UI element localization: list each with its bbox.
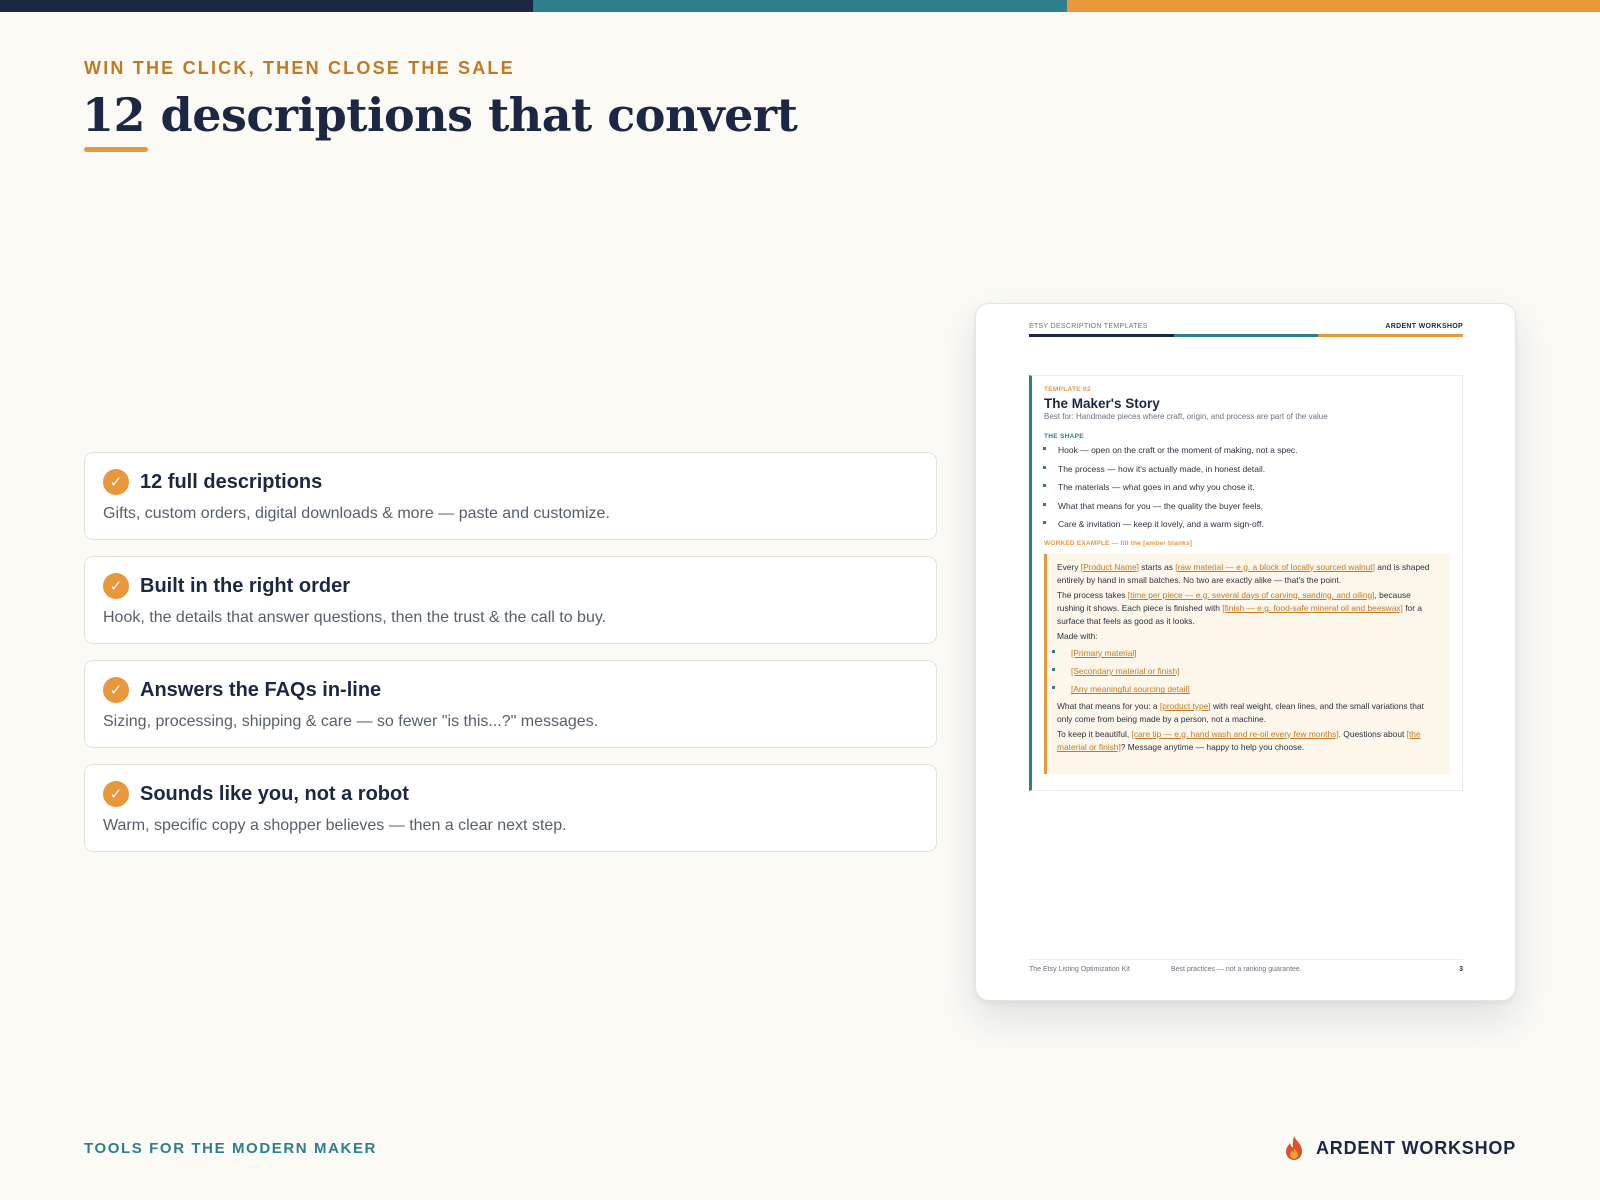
made-with-list: [Primary material] [Secondary material o…	[1052, 645, 1440, 700]
page-title: 12 descriptions that convert	[82, 88, 798, 142]
made-with-label: Made with:	[1057, 630, 1098, 641]
example-text: starts as	[1138, 561, 1176, 572]
eyebrow-text: WIN THE CLICK, THEN CLOSE THE SALE	[84, 58, 515, 78]
example-text: The process takes	[1057, 589, 1128, 600]
check-circle-icon: ✓	[103, 573, 129, 599]
doc-footer-disclaimer: Best practices — not a ranking guarantee…	[1171, 966, 1302, 973]
top-color-bar	[0, 0, 1600, 12]
top-bar-amber-segment	[1066, 0, 1600, 12]
feature-title: Sounds like you, not a robot	[140, 782, 409, 805]
feature-description: Gifts, custom orders, digital downloads …	[103, 505, 610, 522]
example-text: . Questions about	[1338, 728, 1407, 739]
example-text: ? Message anytime — happy to help you ch…	[1120, 742, 1305, 753]
example-paragraph: Every [Product Name] starts as [raw mate…	[1057, 561, 1440, 588]
feature-title: 12 full descriptions	[140, 470, 323, 493]
example-text: What that means for you: a	[1057, 700, 1160, 711]
made-with-item: [Any meaningful sourcing detail]	[1052, 681, 1440, 699]
amber-blank: [finish — e.g. food-safe mineral oil and…	[1222, 602, 1403, 613]
flame-icon	[1286, 1136, 1302, 1160]
made-with-item: [Secondary material or finish]	[1052, 663, 1440, 681]
brand-name: ARDENT WORKSHOP	[1316, 1137, 1516, 1158]
feature-list: ✓ 12 full descriptions Gifts, custom ord…	[84, 452, 937, 868]
doc-bar-amber	[1318, 334, 1464, 337]
worked-example-label: WORKED EXAMPLE — fill the [amber blanks]	[1044, 539, 1193, 547]
template-box: TEMPLATE 02 The Maker's Story Best for: …	[1029, 375, 1463, 791]
amber-blank: [raw material — e.g. a block of locally …	[1175, 561, 1375, 572]
check-circle-icon: ✓	[103, 677, 129, 703]
doc-footer: The Etsy Listing Optimization Kit Best p…	[1029, 959, 1463, 973]
worked-example: Every [Product Name] starts as [raw mate…	[1044, 553, 1450, 774]
amber-blank: [care tip — e.g. hand wash and re-oil ev…	[1131, 728, 1339, 739]
top-bar-navy-segment	[0, 0, 534, 12]
shape-list: Hook — open on the craft or the moment o…	[1043, 445, 1450, 538]
made-with-item: [Primary material]	[1052, 645, 1440, 663]
shape-item: Care & invitation — keep it lovely, and …	[1043, 519, 1450, 538]
check-circle-icon: ✓	[103, 469, 129, 495]
feature-title: Built in the right order	[140, 574, 350, 597]
feature-description: Warm, specific copy a shopper believes —…	[103, 817, 567, 834]
doc-bar-teal	[1173, 334, 1319, 337]
doc-color-bar	[1029, 334, 1464, 337]
doc-header-left: ETSY DESCRIPTION TEMPLATES	[1029, 323, 1148, 330]
amber-blank: [Product Name]	[1080, 561, 1139, 572]
template-number: TEMPLATE 02	[1044, 386, 1091, 393]
top-bar-teal-segment	[533, 0, 1067, 12]
feature-card: ✓ 12 full descriptions Gifts, custom ord…	[84, 452, 937, 540]
example-text: Every	[1057, 561, 1081, 572]
document-preview: ETSY DESCRIPTION TEMPLATES ARDENT WORKSH…	[975, 303, 1516, 1001]
doc-header-brand: ARDENT WORKSHOP	[1385, 323, 1463, 330]
shape-item: The process — how it's actually made, in…	[1043, 464, 1450, 483]
feature-description: Sizing, processing, shipping & care — so…	[103, 713, 599, 730]
check-circle-icon: ✓	[103, 781, 129, 807]
feature-card: ✓ Answers the FAQs in-line Sizing, proce…	[84, 660, 937, 748]
feature-description: Hook, the details that answer questions,…	[103, 609, 607, 626]
doc-footer-title: The Etsy Listing Optimization Kit	[1029, 966, 1130, 973]
shape-item: What that means for you — the quality th…	[1043, 501, 1450, 520]
doc-bar-navy	[1029, 334, 1174, 337]
title-underline-accent	[84, 147, 148, 152]
brand-lockup: ARDENT WORKSHOP	[1282, 1135, 1516, 1161]
footer-tagline: TOOLS FOR THE MODERN MAKER	[84, 1140, 377, 1157]
example-text: To keep it beautiful,	[1057, 728, 1132, 739]
template-title: The Maker's Story	[1044, 396, 1160, 411]
doc-header: ETSY DESCRIPTION TEMPLATES ARDENT WORKSH…	[1029, 323, 1463, 330]
feature-card: ✓ Built in the right order Hook, the det…	[84, 556, 937, 644]
shape-item: The materials — what goes in and why you…	[1043, 482, 1450, 501]
shape-label: THE SHAPE	[1044, 433, 1084, 440]
feature-card: ✓ Sounds like you, not a robot Warm, spe…	[84, 764, 937, 852]
template-best-for: Best for: Handmade pieces where craft, o…	[1044, 412, 1328, 421]
doc-page-number: 3	[1459, 966, 1463, 973]
shape-item: Hook — open on the craft or the moment o…	[1043, 445, 1450, 464]
amber-blank: [time per piece — e.g. several days of c…	[1127, 589, 1375, 600]
example-paragraph: To keep it beautiful, [care tip — e.g. h…	[1057, 728, 1440, 755]
feature-title: Answers the FAQs in-line	[140, 678, 382, 701]
amber-blank: [product type]	[1159, 700, 1211, 711]
example-paragraph: What that means for you: a [product type…	[1057, 700, 1440, 727]
example-paragraph: The process takes [time per piece — e.g.…	[1057, 589, 1440, 629]
